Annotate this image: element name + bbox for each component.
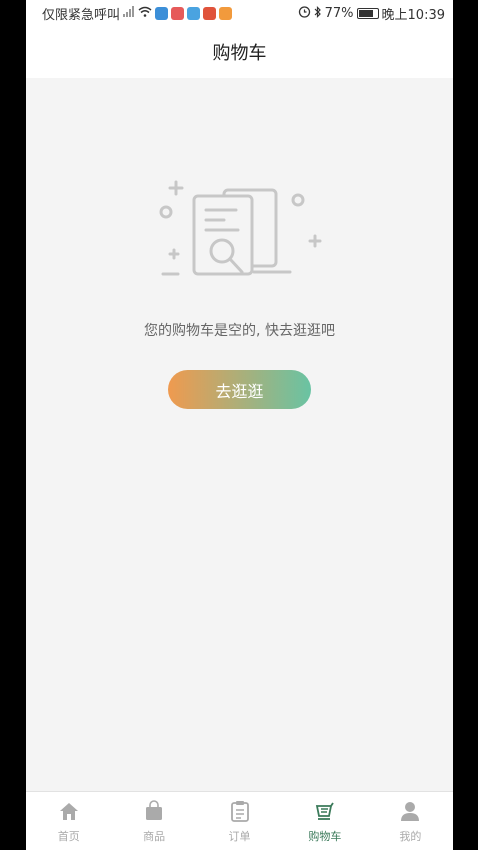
tab-label-home: 首页 bbox=[57, 829, 80, 843]
tab-label-products: 商品 bbox=[143, 829, 166, 843]
home-icon bbox=[58, 800, 80, 826]
app-icon-orange bbox=[219, 7, 233, 20]
empty-document-search-icon bbox=[156, 174, 326, 293]
status-bar: 仅限紧急呼叫 77% 晚上10:39 bbox=[26, 0, 453, 26]
cart-content: 您的购物车是空的, 快去逛逛吧 去逛逛 bbox=[26, 78, 453, 791]
app-icon-news bbox=[203, 7, 217, 20]
tab-products[interactable]: 商品 bbox=[111, 792, 196, 850]
signal-icon bbox=[123, 6, 135, 21]
alarm-icon bbox=[298, 5, 311, 22]
tab-profile[interactable]: 我的 bbox=[368, 792, 453, 850]
clock: 晚上10:39 bbox=[381, 8, 445, 23]
app-icon-blue bbox=[155, 7, 169, 20]
battery-percent: 77% bbox=[324, 6, 354, 21]
battery-icon bbox=[356, 8, 379, 19]
title-bar: 购物车 bbox=[26, 26, 453, 78]
wifi-icon bbox=[138, 6, 152, 21]
cart-icon bbox=[314, 800, 336, 826]
app-screen: 仅限紧急呼叫 77% 晚上10:39 购物车 您的购物车是空的, 快去逛逛吧 去… bbox=[26, 0, 453, 850]
bottom-tab-bar: 首页 商品 订单 购物车 我的 bbox=[26, 791, 453, 850]
go-shopping-button[interactable]: 去逛逛 bbox=[168, 370, 311, 409]
page-title: 购物车 bbox=[212, 43, 267, 64]
empty-cart-message: 您的购物车是空的, 快去逛逛吧 bbox=[144, 323, 335, 339]
user-icon bbox=[399, 800, 421, 826]
app-icon-red bbox=[171, 7, 185, 20]
tab-orders[interactable]: 订单 bbox=[197, 792, 282, 850]
clipboard-icon bbox=[229, 800, 251, 826]
app-icon-blue-2 bbox=[187, 7, 201, 20]
tab-label-cart: 购物车 bbox=[308, 829, 342, 843]
status-right: 77% 晚上10:39 bbox=[298, 4, 445, 23]
status-left: 仅限紧急呼叫 bbox=[42, 4, 233, 23]
tab-cart[interactable]: 购物车 bbox=[282, 792, 367, 850]
tab-label-profile: 我的 bbox=[399, 829, 422, 843]
tab-label-orders: 订单 bbox=[228, 829, 251, 843]
shopping-bag-icon bbox=[143, 799, 165, 826]
carrier-text: 仅限紧急呼叫 bbox=[42, 8, 121, 23]
battery-level bbox=[358, 10, 373, 17]
bluetooth-icon bbox=[314, 5, 322, 22]
tab-home[interactable]: 首页 bbox=[26, 792, 111, 850]
